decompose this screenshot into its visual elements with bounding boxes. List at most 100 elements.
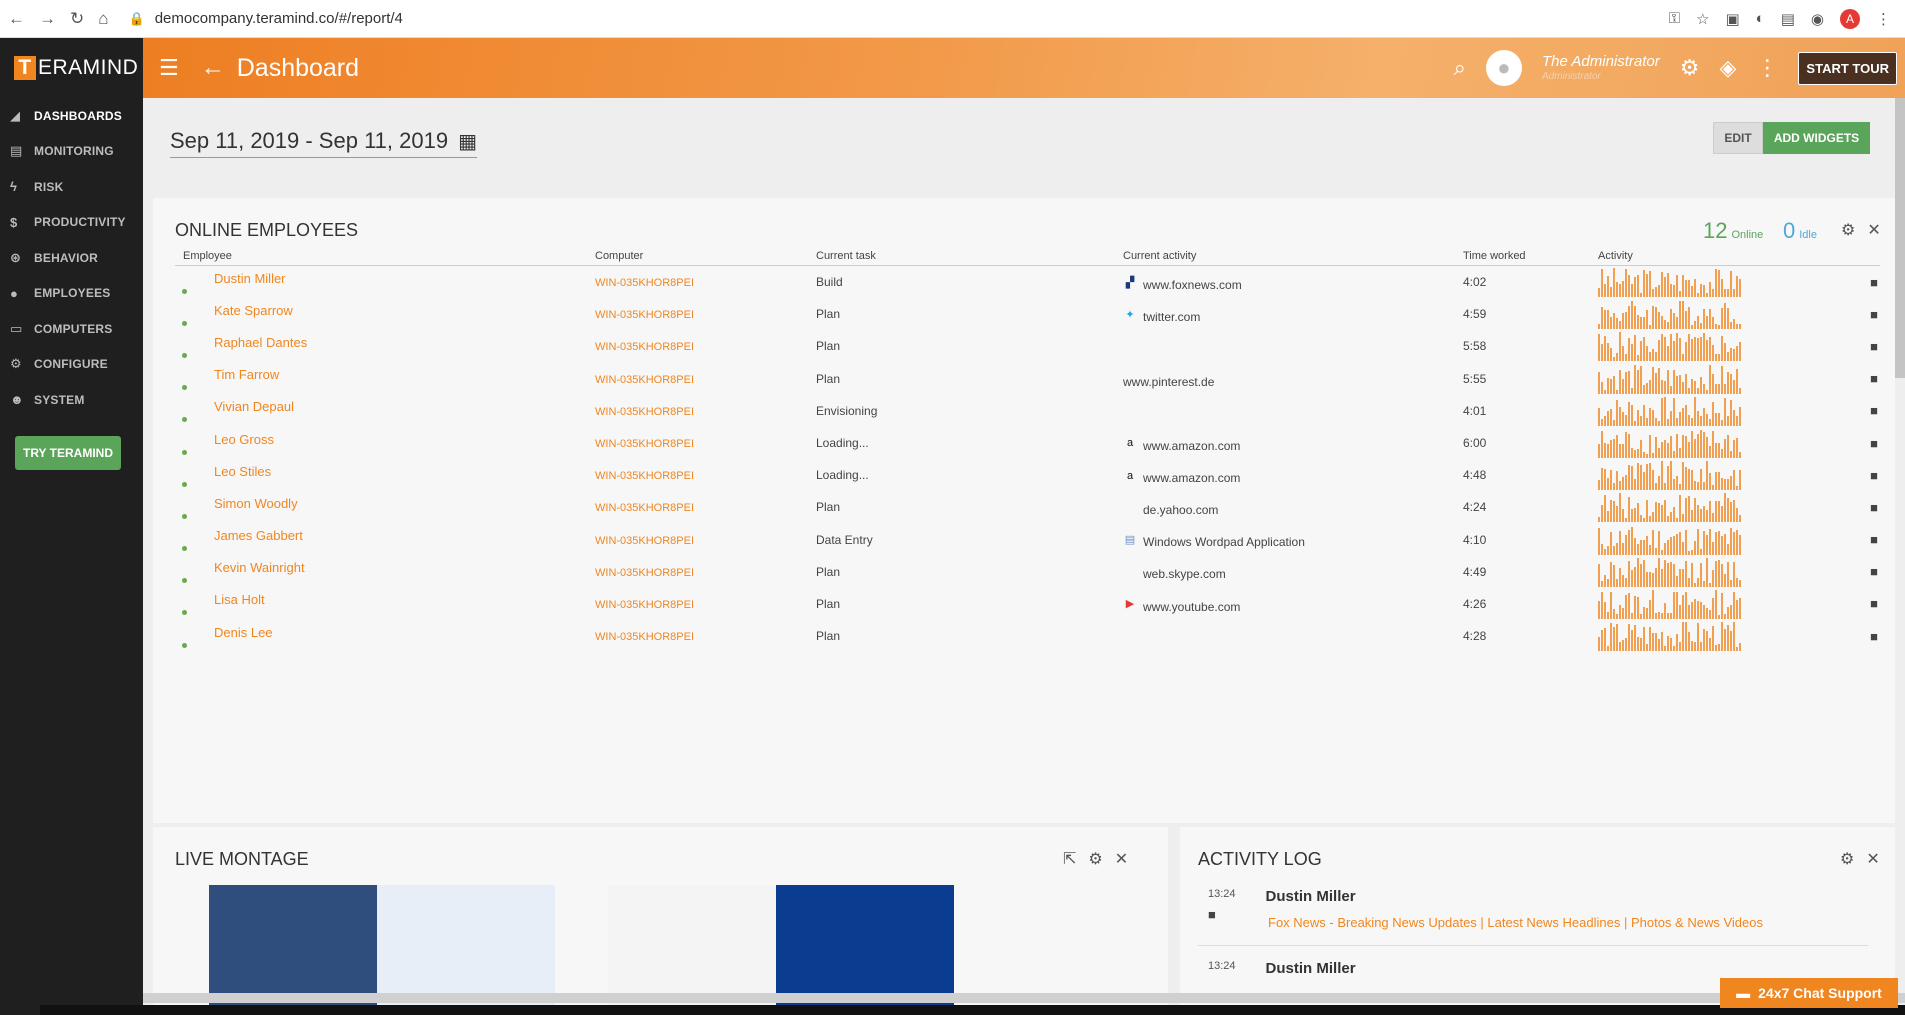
table-row[interactable]: Denis Lee WIN-035KHOR8PEI Plan 4:28 ■ <box>175 620 1880 652</box>
computer-name[interactable]: WIN-035KHOR8PEI <box>595 309 694 321</box>
video-camera-icon[interactable]: ■ <box>1870 436 1878 451</box>
screen-thumbnail[interactable] <box>776 885 954 1005</box>
computer-name[interactable]: WIN-035KHOR8PEI <box>595 567 694 579</box>
gear-icon[interactable]: ⚙ <box>1840 849 1854 869</box>
close-icon[interactable]: ✕ <box>1866 849 1879 869</box>
close-icon[interactable]: ✕ <box>1115 849 1128 869</box>
employee-name[interactable]: Tim Farrow <box>191 367 279 382</box>
back-arrow-icon[interactable]: ← <box>201 54 225 82</box>
column-header[interactable]: Employee <box>175 246 595 265</box>
screen-thumbnail[interactable] <box>209 885 377 1005</box>
logo[interactable]: T ERAMIND <box>0 38 143 98</box>
employee-name[interactable]: Leo Gross <box>191 432 274 447</box>
date-range-picker[interactable]: Sep 11, 2019 - Sep 11, 2019 ▦ <box>170 128 477 158</box>
sidebar-item-risk[interactable]: ϟ RISK <box>0 169 143 205</box>
screen-thumbnail[interactable] <box>608 885 776 1005</box>
extension-icon[interactable]: ◐ <box>1756 10 1765 27</box>
start-tour-button[interactable]: START TOUR <box>1798 51 1897 85</box>
user-info[interactable]: The Administrator Administrator <box>1542 53 1660 83</box>
table-row[interactable]: Kate Sparrow WIN-035KHOR8PEI Plan ✦ twitt… <box>175 298 1880 330</box>
table-row[interactable]: Lisa Holt WIN-035KHOR8PEI Plan ▶ www.yout… <box>175 588 1880 620</box>
employee-name[interactable]: Dustin Miller <box>191 271 286 286</box>
table-row[interactable]: Tim Farrow WIN-035KHOR8PEI Plan www.pint… <box>175 363 1880 395</box>
computer-name[interactable]: WIN-035KHOR8PEI <box>595 374 694 386</box>
chat-support-button[interactable]: ▬ 24x7 Chat Support <box>1720 978 1898 1008</box>
sidebar-item-employees[interactable]: ● EMPLOYEES <box>0 276 143 312</box>
video-camera-icon[interactable]: ■ <box>1870 468 1878 483</box>
employee-name[interactable]: Lisa Holt <box>191 592 265 607</box>
sidebar-item-dashboards[interactable]: ◢ DASHBOARDS <box>0 98 143 134</box>
key-icon[interactable]: ⚿ <box>1669 10 1680 27</box>
camera-icon[interactable]: ◉ <box>1811 10 1824 28</box>
employee-name[interactable]: James Gabbert <box>191 528 303 543</box>
back-icon[interactable]: ← <box>8 9 25 29</box>
reload-icon[interactable]: ↻ <box>70 9 84 29</box>
computer-name[interactable]: WIN-035KHOR8PEI <box>595 631 694 643</box>
employee-name[interactable]: Denis Lee <box>191 625 273 640</box>
column-header[interactable]: Time worked <box>1463 246 1598 265</box>
computer-name[interactable]: WIN-035KHOR8PEI <box>595 406 694 418</box>
computer-name[interactable]: WIN-035KHOR8PEI <box>595 438 694 450</box>
home-icon[interactable]: ⌂ <box>98 9 108 29</box>
sidebar-item-productivity[interactable]: $ PRODUCTIVITY <box>0 205 143 241</box>
address-bar[interactable]: 🔒 democompany.teramind.co/#/report/4 <box>129 10 1669 27</box>
employee-name[interactable]: Vivian Depaul <box>191 399 294 414</box>
table-row[interactable]: Vivian Depaul WIN-035KHOR8PEI Envisionin… <box>175 395 1880 427</box>
computer-name[interactable]: WIN-035KHOR8PEI <box>595 341 694 353</box>
forward-icon[interactable]: → <box>39 9 56 29</box>
column-header[interactable]: Current task <box>816 246 1123 265</box>
close-icon[interactable]: ✕ <box>1867 220 1880 240</box>
vertical-scrollbar[interactable] <box>1895 98 1905 378</box>
table-row[interactable]: Leo Stiles WIN-035KHOR8PEI Loading... aw… <box>175 459 1880 491</box>
video-camera-icon[interactable]: ■ <box>1870 307 1878 322</box>
video-camera-icon[interactable]: ■ <box>1870 532 1878 547</box>
screen-thumbnail[interactable] <box>377 885 555 1005</box>
profile-avatar[interactable]: A <box>1840 8 1860 29</box>
computer-name[interactable]: WIN-035KHOR8PEI <box>595 535 694 547</box>
log-employee[interactable]: Dustin Miller <box>1266 960 1356 977</box>
table-row[interactable]: Leo Gross WIN-035KHOR8PEI Loading... a ww… <box>175 427 1880 459</box>
video-icon[interactable]: ■ <box>1208 907 1216 922</box>
pdf-icon[interactable]: ▤ <box>1781 10 1795 28</box>
employee-name[interactable]: Kate Sparrow <box>191 303 293 318</box>
column-header[interactable]: Current activity <box>1123 246 1463 265</box>
video-camera-icon[interactable]: ■ <box>1870 275 1878 290</box>
external-link-icon[interactable]: ⇱ <box>1063 849 1076 869</box>
table-row[interactable]: Dustin Miller WIN-035KHOR8PEI Build ▞ www… <box>175 266 1880 298</box>
video-camera-icon[interactable]: ■ <box>1870 403 1878 418</box>
table-row[interactable]: Kevin Wainright WIN-035KHOR8PEI Plan web… <box>175 556 1880 588</box>
menu-dots-icon[interactable]: ⋮ <box>1876 10 1891 28</box>
star-icon[interactable]: ☆ <box>1696 10 1709 28</box>
more-vertical-icon[interactable]: ⋮ <box>1756 55 1778 81</box>
log-link[interactable]: Fox News - Breaking News Updates | Lates… <box>1268 915 1763 930</box>
computer-name[interactable]: WIN-035KHOR8PEI <box>595 470 694 482</box>
video-camera-icon[interactable]: ■ <box>1870 596 1878 611</box>
video-camera-icon[interactable]: ■ <box>1870 339 1878 354</box>
sidebar-item-computers[interactable]: ▭ COMPUTERS <box>0 311 143 347</box>
add-widgets-button[interactable]: ADD WIDGETS <box>1763 122 1870 154</box>
search-icon[interactable]: ⌕ <box>1454 55 1466 81</box>
video-camera-icon[interactable]: ■ <box>1870 500 1878 515</box>
employee-name[interactable]: Simon Woodly <box>191 496 298 511</box>
log-employee[interactable]: Dustin Miller <box>1266 888 1356 905</box>
gear-icon[interactable]: ⚙ <box>1680 55 1700 81</box>
gear-icon[interactable]: ⚙ <box>1841 220 1855 240</box>
computer-name[interactable]: WIN-035KHOR8PEI <box>595 277 694 289</box>
extension-icon[interactable]: ▣ <box>1725 10 1739 28</box>
sidebar-item-behavior[interactable]: ⊛ BEHAVIOR <box>0 240 143 276</box>
avatar[interactable]: ● <box>1485 50 1522 86</box>
employee-name[interactable]: Leo Stiles <box>191 464 271 479</box>
alert-icon[interactable]: ◈ <box>1720 55 1737 81</box>
calendar-icon[interactable]: ▦ <box>458 129 477 154</box>
video-camera-icon[interactable]: ■ <box>1870 629 1878 644</box>
edit-button[interactable]: EDIT <box>1713 122 1763 154</box>
video-camera-icon[interactable]: ■ <box>1870 564 1878 579</box>
sidebar-item-system[interactable]: ☻ SYSTEM <box>0 382 143 418</box>
sidebar-item-configure[interactable]: ⚙ CONFIGURE <box>0 347 143 383</box>
sidebar-item-monitoring[interactable]: ▤ MONITORING <box>0 134 143 170</box>
table-row[interactable]: Simon Woodly WIN-035KHOR8PEI Plan de.yah… <box>175 491 1880 523</box>
column-header[interactable]: Activity <box>1598 246 1880 265</box>
employee-name[interactable]: Raphael Dantes <box>191 335 307 350</box>
column-header[interactable]: Computer <box>595 246 816 265</box>
computer-name[interactable]: WIN-035KHOR8PEI <box>595 599 694 611</box>
